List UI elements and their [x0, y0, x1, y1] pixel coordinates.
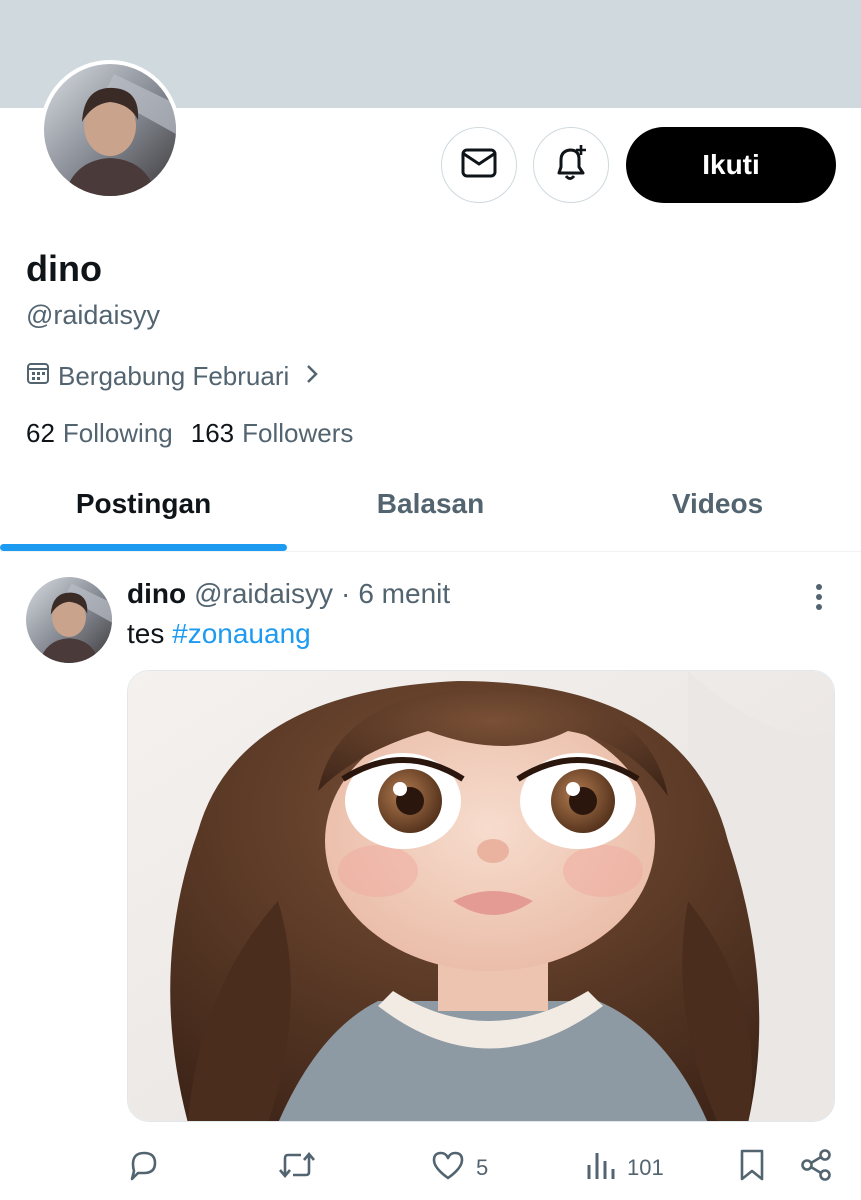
following-link[interactable]: 62 Following	[26, 418, 173, 449]
heart-icon	[430, 1149, 466, 1187]
joined-text: Bergabung Februari	[58, 360, 290, 391]
follow-button[interactable]: Ikuti	[626, 127, 836, 203]
post-text: tes #zonauang	[127, 618, 311, 650]
envelope-icon	[461, 148, 497, 183]
profile-page: Ikuti dino @raidaisyy Bergabung Februari…	[0, 0, 861, 1200]
followers-link[interactable]: 163 Followers	[191, 418, 354, 449]
following-count: 62	[26, 418, 55, 448]
post-timestamp[interactable]: 6 menit	[358, 578, 450, 610]
post-body-text: tes	[127, 618, 165, 649]
followers-count: 163	[190, 418, 235, 448]
profile-handle: @raidaisyy	[26, 300, 160, 330]
post-actions-bar: 5 101	[127, 1148, 837, 1188]
bookmark-button[interactable]	[737, 1148, 767, 1188]
chevron-right-icon	[305, 361, 319, 392]
analytics-icon	[585, 1149, 617, 1187]
bookmark-icon	[737, 1148, 767, 1188]
post-meta-separator: ·	[341, 578, 351, 609]
followers-label: Followers	[242, 418, 354, 448]
views-count: 101	[627, 1155, 664, 1180]
reply-icon	[127, 1148, 161, 1188]
tab-videos[interactable]: Videos	[574, 456, 861, 551]
post-hashtag[interactable]: #zonauang	[172, 618, 311, 649]
post-author-avatar[interactable]	[26, 577, 112, 663]
post-header: dino @raidaisyy · 6 menit	[127, 578, 450, 610]
repost-button[interactable]	[277, 1148, 317, 1188]
more-vertical-icon[interactable]	[806, 580, 832, 614]
tab-postingan[interactable]: Postingan	[0, 456, 287, 551]
repost-icon	[277, 1148, 317, 1188]
like-count: 5	[476, 1155, 489, 1180]
share-icon	[799, 1148, 833, 1188]
joined-date-row[interactable]: Bergabung Februari	[26, 358, 319, 394]
share-button[interactable]	[799, 1148, 833, 1188]
profile-stats: 62 Following 163 Followers	[26, 418, 353, 449]
bell-plus-icon	[551, 143, 591, 188]
profile-avatar[interactable]	[40, 60, 180, 200]
message-button[interactable]	[441, 127, 517, 203]
views-button[interactable]: 101	[585, 1148, 664, 1188]
like-button[interactable]: 5	[430, 1148, 488, 1188]
post-media-image[interactable]	[127, 670, 835, 1122]
post-author-name[interactable]: dino	[127, 578, 186, 610]
following-label: Following	[62, 418, 173, 448]
reply-button[interactable]	[127, 1148, 161, 1188]
tab-balasan[interactable]: Balasan	[287, 456, 574, 551]
calendar-icon	[26, 361, 50, 392]
profile-display-name: dino	[26, 248, 102, 289]
post-author-handle[interactable]: @raidaisyy	[194, 578, 333, 610]
notifications-button[interactable]	[533, 127, 609, 203]
active-tab-indicator	[0, 544, 287, 551]
profile-tabs: Postingan Balasan Videos	[0, 456, 861, 552]
